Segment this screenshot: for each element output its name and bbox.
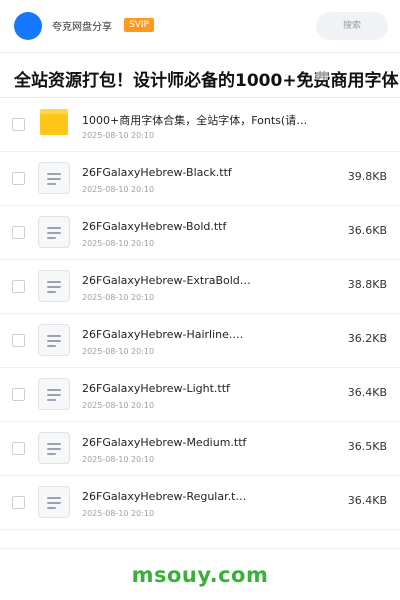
file-date: 2025-08-10 20:10: [82, 185, 155, 194]
file-name: 26FGalaxyHebrew-Black.ttf: [82, 166, 232, 179]
row-checkbox[interactable]: [12, 334, 25, 347]
file-date: 2025-08-10 20:10: [82, 509, 155, 518]
file-date: 2025-08-10 20:10: [82, 455, 155, 464]
file-row[interactable]: 26FGalaxyHebrew-Bold.ttf 2025-08-10 20:1…: [0, 206, 400, 260]
file-row[interactable]: 26FGalaxyHebrew-Black.ttf 2025-08-10 20:…: [0, 152, 400, 206]
file-date: 2025-08-10 20:10: [82, 131, 155, 140]
file-size: 36.6KB: [347, 224, 387, 237]
view-count: • 1: [316, 71, 329, 80]
share-title: 全站资源打包！设计师必备的1000+免费商用字体，高品质: [14, 71, 400, 91]
file-name: 26FGalaxyHebrew-Light.ttf: [82, 382, 230, 395]
file-icon: [38, 162, 70, 194]
file-icon: [38, 270, 70, 302]
file-size: 36.4KB: [347, 494, 387, 507]
file-name: 26FGalaxyHebrew-Regular.t…: [82, 490, 247, 503]
file-row[interactable]: 26FGalaxyHebrew-Medium.ttf 2025-08-10 20…: [0, 422, 400, 476]
file-icon: [38, 324, 70, 356]
footer: msouy.com: [0, 548, 400, 600]
file-name: 26FGalaxyHebrew-ExtraBold…: [82, 274, 251, 287]
file-name: 1000+商用字体合集，全站字体，Fonts(请先…: [82, 114, 312, 127]
file-size: 36.5KB: [347, 440, 387, 453]
row-checkbox[interactable]: [12, 388, 25, 401]
folder-row[interactable]: 1000+商用字体合集，全站字体，Fonts(请先… 2025-08-10 20…: [0, 98, 400, 152]
header: 夸克网盘分享 SVIP 搜索: [0, 0, 400, 52]
file-icon: [38, 432, 70, 464]
user-name[interactable]: 夸克网盘分享: [52, 18, 112, 33]
row-checkbox[interactable]: [12, 496, 25, 509]
file-row[interactable]: 26FGalaxyHebrew-Regular.t… 2025-08-10 20…: [0, 476, 400, 530]
site-watermark: msouy.com: [131, 563, 269, 587]
file-date: 2025-08-10 20:10: [82, 293, 155, 302]
file-row[interactable]: 26FGalaxyHebrew-Light.ttf 2025-08-10 20:…: [0, 368, 400, 422]
folder-icon: [40, 109, 68, 135]
file-icon: [38, 486, 70, 518]
file-icon: [38, 378, 70, 410]
file-list: 1000+商用字体合集，全站字体，Fonts(请先… 2025-08-10 20…: [0, 98, 400, 530]
file-icon: [38, 216, 70, 248]
file-name: 26FGalaxyHebrew-Medium.ttf: [82, 436, 247, 449]
avatar[interactable]: [14, 12, 42, 40]
row-checkbox[interactable]: [12, 442, 25, 455]
file-date: 2025-08-10 20:10: [82, 239, 155, 248]
search-input[interactable]: 搜索: [316, 12, 388, 40]
file-row[interactable]: 26FGalaxyHebrew-ExtraBold… 2025-08-10 20…: [0, 260, 400, 314]
file-name: 26FGalaxyHebrew-Hairline.…: [82, 328, 244, 341]
row-checkbox[interactable]: [12, 118, 25, 131]
share-title-bar: 全站资源打包！设计师必备的1000+免费商用字体，高品质 • 1: [0, 52, 400, 98]
file-size: 36.4KB: [347, 386, 387, 399]
row-checkbox[interactable]: [12, 226, 25, 239]
row-checkbox[interactable]: [12, 280, 25, 293]
file-date: 2025-08-10 20:10: [82, 401, 155, 410]
file-date: 2025-08-10 20:10: [82, 347, 155, 356]
file-row[interactable]: 26FGalaxyHebrew-Hairline.… 2025-08-10 20…: [0, 314, 400, 368]
svip-badge: SVIP: [124, 18, 154, 32]
file-size: 39.8KB: [347, 170, 387, 183]
file-size: 36.2KB: [347, 332, 387, 345]
row-checkbox[interactable]: [12, 172, 25, 185]
file-name: 26FGalaxyHebrew-Bold.ttf: [82, 220, 227, 233]
file-size: 38.8KB: [347, 278, 387, 291]
